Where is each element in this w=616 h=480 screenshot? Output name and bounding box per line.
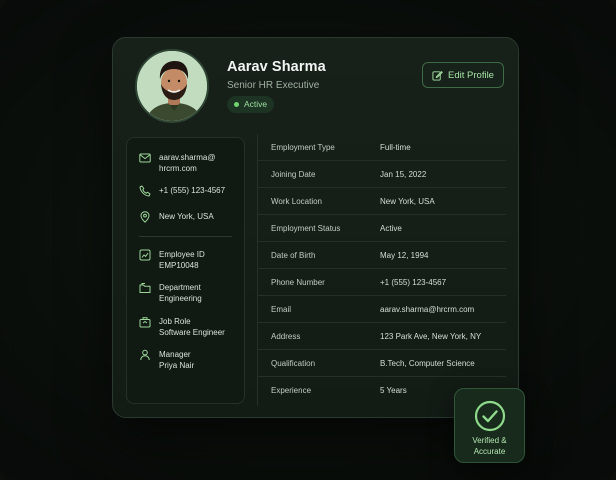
profile-card: Aarav Sharma Senior HR Executive Active …	[112, 37, 519, 418]
info-employee-id: Employee ID EMP10048	[139, 249, 205, 271]
employee-id-value: EMP10048	[159, 261, 199, 270]
detail-row: Work Location New York, USA	[257, 188, 506, 215]
department-value: Engineering	[159, 294, 202, 303]
detail-value: Jan 15, 2022	[380, 169, 427, 179]
detail-value: 5 Years	[380, 386, 407, 395]
detail-row: Phone Number +1 (555) 123-4567	[257, 269, 506, 296]
email-line-2: hrcrm.com	[159, 164, 197, 173]
detail-label: Qualification	[271, 358, 316, 368]
detail-label: Date of Birth	[271, 250, 316, 260]
contact-divider	[139, 236, 232, 237]
detail-row: Joining Date Jan 15, 2022	[257, 161, 506, 188]
contact-email: aarav.sharma@ hrcrm.com	[139, 152, 215, 174]
contact-location: New York, USA	[139, 211, 214, 223]
detail-value: aarav.sharma@hrcrm.com	[380, 304, 475, 314]
detail-value: May 12, 1994	[380, 250, 429, 260]
job-role-value: Software Engineer	[159, 328, 225, 337]
edit-icon	[432, 70, 443, 81]
job-role-label: Job Role	[159, 317, 191, 326]
detail-value: Full-time	[380, 142, 411, 152]
detail-label: Phone Number	[271, 277, 325, 287]
detail-label: Employment Type	[271, 142, 335, 152]
edit-profile-label: Edit Profile	[448, 69, 494, 81]
detail-value: Active	[380, 223, 402, 233]
phone-icon	[139, 185, 151, 197]
detail-row: Email aarav.sharma@hrcrm.com	[257, 296, 506, 323]
contact-panel: aarav.sharma@ hrcrm.com +1 (555) 123-456…	[126, 137, 245, 404]
phone-text: +1 (555) 123-4567	[159, 186, 226, 195]
status-badge: Active	[227, 96, 275, 113]
detail-value: B.Tech, Computer Science	[380, 358, 475, 368]
detail-label: Work Location	[271, 196, 322, 206]
verified-badge: Verified & Accurate	[454, 388, 525, 463]
profile-name: Aarav Sharma	[227, 59, 326, 75]
info-manager: Manager Priya Nair	[139, 349, 194, 371]
user-icon	[140, 349, 150, 361]
edit-profile-button[interactable]: Edit Profile	[422, 62, 504, 88]
department-label: Department	[159, 283, 201, 292]
profile-role: Senior HR Executive	[227, 80, 320, 91]
detail-row: Qualification B.Tech, Computer Science	[257, 350, 506, 377]
avatar	[135, 49, 209, 123]
detail-label: Employment Status	[271, 223, 341, 233]
employee-id-label: Employee ID	[159, 250, 205, 259]
briefcase-icon	[139, 317, 151, 328]
detail-value: New York, USA	[380, 196, 435, 206]
manager-value: Priya Nair	[159, 361, 195, 370]
page-background: Aarav Sharma Senior HR Executive Active …	[0, 0, 616, 480]
contact-phone: +1 (555) 123-4567	[139, 185, 225, 197]
detail-row: Date of Birth May 12, 1994	[257, 242, 506, 269]
email-line-1: aarav.sharma@	[159, 153, 216, 162]
info-job-role: Job Role Software Engineer	[139, 316, 225, 338]
manager-label: Manager	[159, 350, 191, 359]
detail-label: Experience	[271, 386, 312, 395]
info-department: Department Engineering	[139, 282, 202, 304]
status-dot-icon	[234, 102, 239, 107]
mail-icon	[139, 153, 151, 163]
detail-label: Email	[271, 304, 292, 314]
detail-row: Employment Status Active	[257, 215, 506, 242]
id-card-icon	[139, 249, 151, 261]
location-pin-icon	[140, 211, 150, 223]
folder-icon	[139, 283, 151, 293]
check-circle-icon	[474, 400, 506, 432]
employment-details-table: Employment Type Full-time Joining Date J…	[257, 134, 506, 406]
detail-row: Address 123 Park Ave, New York, NY	[257, 323, 506, 350]
detail-row: Employment Type Full-time	[257, 134, 506, 161]
detail-label: Address	[271, 331, 301, 341]
detail-value: 123 Park Ave, New York, NY	[380, 331, 482, 341]
verified-line-1: Verified &	[472, 436, 507, 445]
status-badge-label: Active	[244, 99, 268, 109]
detail-label: Joining Date	[271, 169, 316, 179]
verified-line-2: Accurate	[473, 447, 506, 456]
location-text: New York, USA	[159, 212, 214, 221]
detail-value: +1 (555) 123-4567	[380, 277, 447, 287]
